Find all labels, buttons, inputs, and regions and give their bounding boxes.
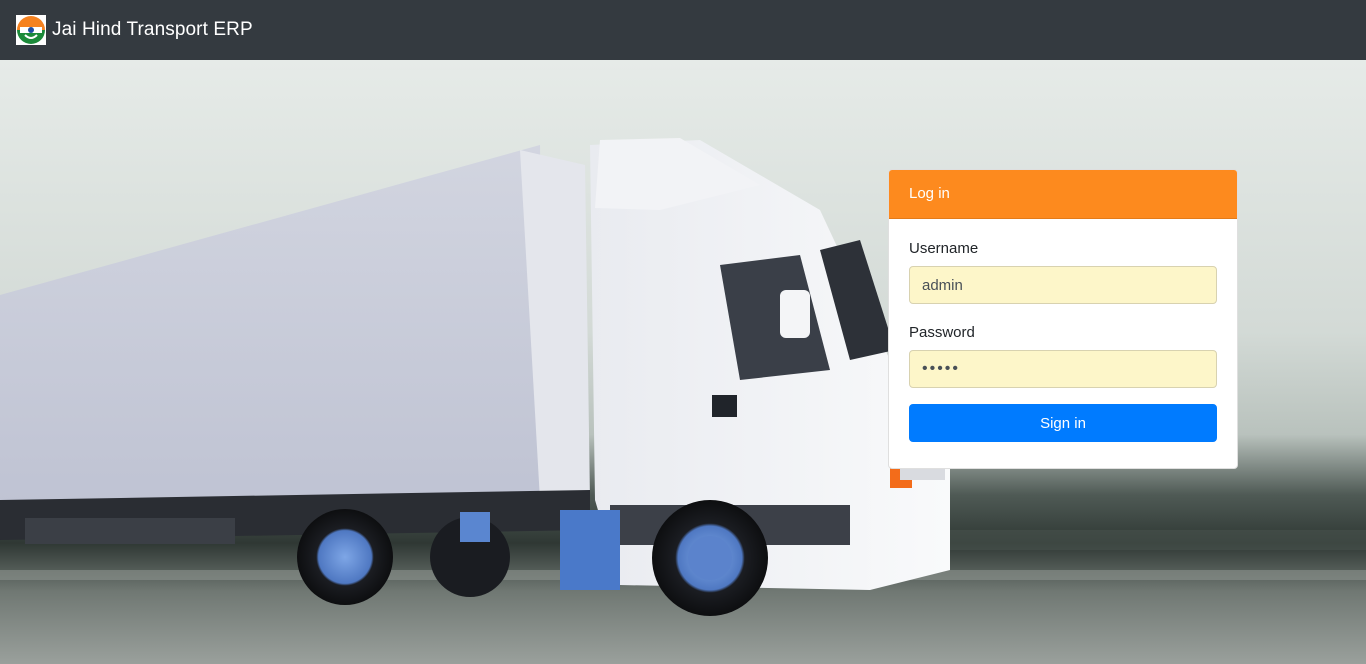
- username-input[interactable]: [909, 266, 1217, 304]
- login-form: Username Password Sign in: [889, 219, 1237, 462]
- login-card-header: Log in: [889, 170, 1237, 219]
- top-navbar: Jai Hind Transport ERP: [0, 0, 1366, 60]
- password-label: Password: [909, 324, 975, 341]
- jai-hind-logo-icon: [16, 15, 46, 45]
- username-label: Username: [909, 240, 979, 257]
- app-title: Jai Hind Transport ERP: [52, 19, 253, 40]
- brand-link[interactable]: Jai Hind Transport ERP: [16, 15, 253, 45]
- hero-background: Log in Username Password Sign in: [0, 60, 1366, 664]
- sign-in-button[interactable]: Sign in: [909, 404, 1217, 442]
- login-card: Log in Username Password Sign in: [888, 169, 1238, 469]
- password-input[interactable]: [909, 350, 1217, 388]
